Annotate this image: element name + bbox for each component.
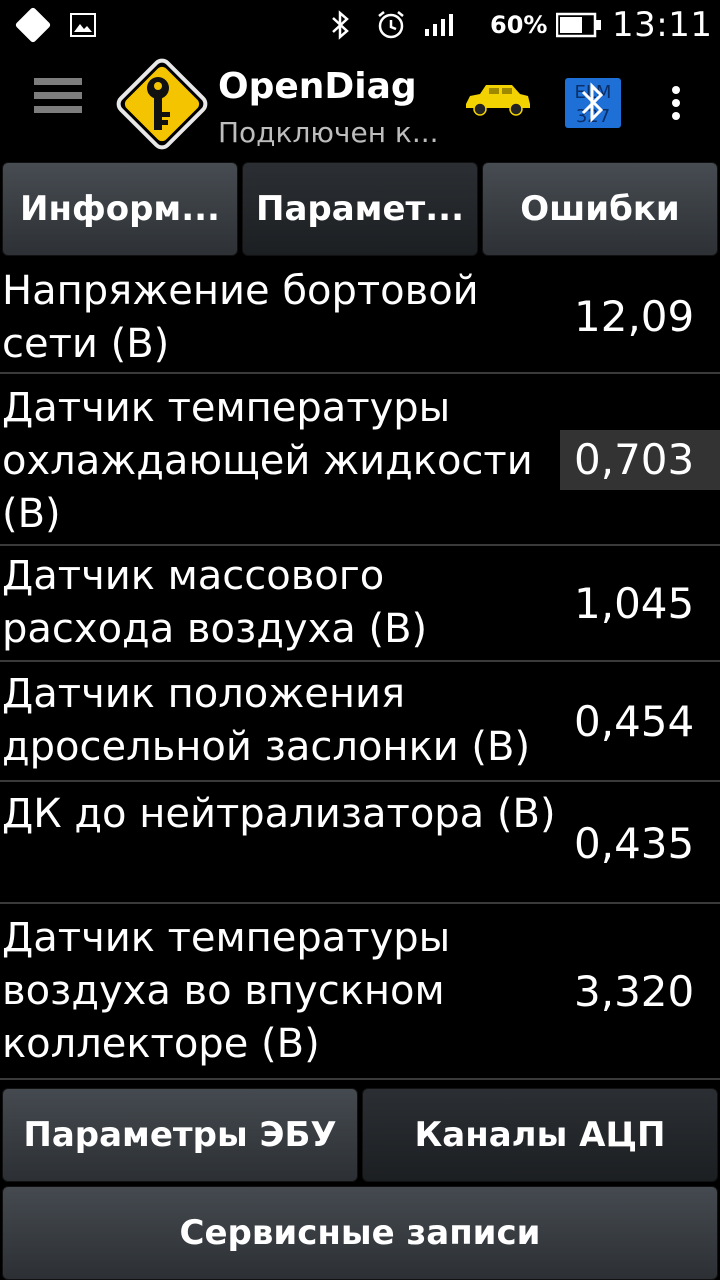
clock: 13:11 bbox=[612, 5, 713, 45]
param-value: 3,320 bbox=[574, 967, 695, 1016]
bluetooth-icon bbox=[330, 0, 352, 50]
param-value: 0,703 bbox=[560, 430, 720, 490]
param-value: 0,454 bbox=[574, 697, 695, 746]
image-notification-icon bbox=[70, 0, 96, 50]
param-label: ДК до нейтрализатора (В) bbox=[2, 791, 556, 837]
param-row[interactable]: Датчик массового расхода воздуха (В) 1,0… bbox=[0, 546, 720, 662]
tab-errors[interactable]: Ошибки bbox=[482, 162, 718, 256]
param-label: Напряжение бортовой сети (В) bbox=[2, 268, 479, 367]
param-label: Датчик температуры охлаждающей жидкости … bbox=[2, 385, 533, 537]
param-row[interactable]: Датчик температуры воздуха во впускном к… bbox=[0, 904, 720, 1080]
param-value: 0,435 bbox=[574, 819, 695, 868]
connection-status: Подключен к... bbox=[218, 116, 439, 149]
app-logo-key-icon bbox=[112, 54, 212, 154]
ecu-parameters-button[interactable]: Параметры ЭБУ bbox=[2, 1088, 358, 1182]
battery-percent: 60% bbox=[490, 11, 548, 39]
notification-diamond-icon bbox=[14, 0, 52, 50]
param-label: Датчик массового расхода воздуха (В) bbox=[2, 553, 428, 652]
param-label: Датчик положения дросельной заслонки (В) bbox=[2, 671, 531, 770]
car-icon[interactable] bbox=[462, 82, 532, 120]
service-records-button[interactable]: Сервисные записи bbox=[2, 1186, 718, 1280]
param-label: Датчик температуры воздуха во впускном к… bbox=[2, 915, 451, 1067]
param-row[interactable]: Датчик температуры охлаждающей жидкости … bbox=[0, 374, 720, 546]
app-title: OpenDiag bbox=[218, 66, 417, 107]
param-value: 1,045 bbox=[574, 579, 695, 628]
overflow-menu-icon[interactable] bbox=[664, 86, 688, 126]
tab-parameters[interactable]: Парамет... bbox=[242, 162, 478, 256]
action-bar: OpenDiag Подключен к... ELM 327 bbox=[0, 50, 720, 158]
adc-channels-button[interactable]: Каналы АЦП bbox=[362, 1088, 718, 1182]
tab-info[interactable]: Информ... bbox=[2, 162, 238, 256]
param-row[interactable]: Напряжение бортовой сети (В) 12,09 bbox=[0, 262, 720, 374]
param-value: 12,09 bbox=[574, 292, 695, 341]
battery-icon bbox=[556, 0, 602, 50]
bluetooth-elm327-icon[interactable]: ELM 327 bbox=[565, 78, 621, 128]
status-bar: 60% 13:11 bbox=[0, 0, 720, 50]
alarm-icon bbox=[376, 0, 406, 50]
menu-icon[interactable] bbox=[34, 78, 82, 128]
param-row[interactable]: Датчик положения дросельной заслонки (В)… bbox=[0, 662, 720, 782]
tab-bar: Информ... Парамет... Ошибки bbox=[0, 160, 720, 258]
signal-icon bbox=[424, 0, 454, 50]
param-row[interactable]: ДК до нейтрализатора (В) 0,435 bbox=[0, 782, 720, 904]
